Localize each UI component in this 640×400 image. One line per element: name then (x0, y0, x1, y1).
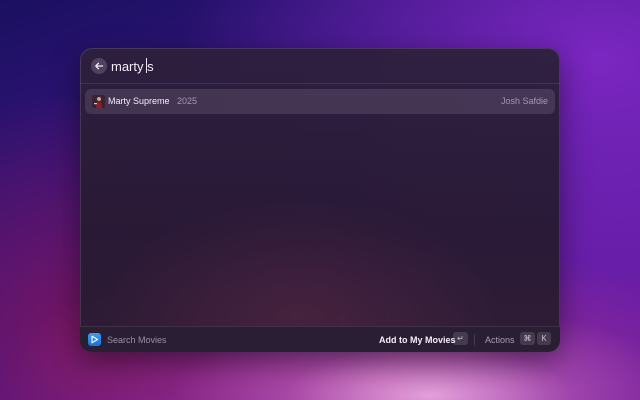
enter-key-hint: ↵ (453, 332, 468, 345)
k-key-hint: K (537, 332, 551, 345)
result-year: 2025 (177, 96, 198, 106)
list-item[interactable]: Marty Supreme 2025 Josh Safdie (85, 89, 555, 114)
play-icon (91, 335, 99, 344)
action-bar: Search Movies Add to My Movies ↵ Actions… (80, 326, 560, 352)
divider (474, 334, 475, 346)
search-bar (80, 48, 560, 84)
result-title: Marty Supreme (108, 96, 170, 106)
text-caret (146, 58, 147, 73)
search-input[interactable] (111, 56, 531, 76)
back-button[interactable] (91, 58, 107, 74)
desktop-background: Marty Supreme 2025 Josh Safdie Search Mo… (0, 0, 640, 400)
extension-name: Search Movies (107, 335, 167, 345)
launcher-window: Marty Supreme 2025 Josh Safdie Search Mo… (80, 48, 560, 352)
search-movies-icon (88, 333, 101, 346)
command-key-hint: ⌘ (520, 332, 535, 345)
add-to-my-movies-button[interactable]: Add to My Movies (379, 334, 456, 346)
arrow-left-icon (95, 62, 104, 70)
actions-button[interactable]: Actions (485, 334, 515, 346)
result-director: Josh Safdie (500, 96, 548, 106)
movie-poster-icon (92, 95, 105, 108)
